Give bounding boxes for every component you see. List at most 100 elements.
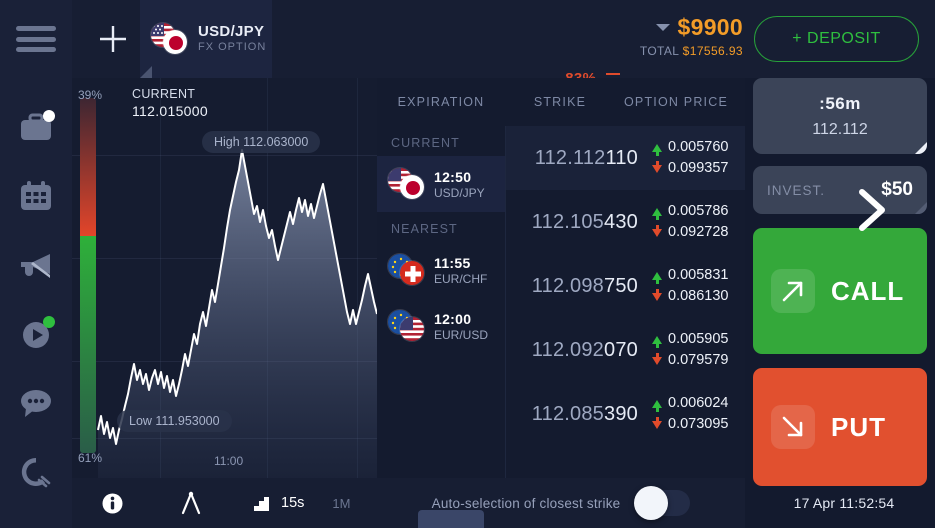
call-price: 0.005760: [668, 139, 729, 155]
balance-total-label: TOTAL: [639, 44, 679, 58]
expiration-group-label-current: CURRENT: [391, 136, 460, 150]
high-price-pill: High 112.063000: [202, 131, 321, 153]
flag-jp-icon: [399, 174, 425, 200]
flag-jp-icon: [162, 29, 188, 55]
chevron-down-icon[interactable]: [655, 24, 670, 31]
strike-panel-body: CURRENT 12:50 USD/JPY NEAREST 11:55 EUR/…: [377, 126, 745, 528]
expiration-row-usdjpy[interactable]: 12:50 USD/JPY: [377, 156, 505, 212]
strike-row[interactable]: 112.098750 0.005831 0.086130: [506, 254, 745, 318]
expiry-timer-selector[interactable]: :56m 112.112: [753, 78, 927, 154]
chat-bubble-icon: [21, 389, 51, 417]
sentiment-up-percent: 39%: [78, 88, 103, 102]
header-strike: STRIKE: [533, 95, 587, 109]
arrow-down-right-icon: [771, 405, 815, 449]
investment-field[interactable]: INVEST. $50: [753, 166, 927, 214]
compass-icon: [181, 491, 201, 515]
sidebar-item-chat[interactable]: [14, 383, 58, 423]
strike-value: 112.085390: [531, 402, 638, 425]
chart-period-1m[interactable]: 1M: [332, 496, 350, 511]
deposit-button[interactable]: + DEPOSIT: [754, 16, 919, 62]
sentiment-bar-up: [80, 98, 96, 237]
arrow-up-icon: [652, 207, 662, 220]
hamburger-menu-icon[interactable]: [16, 26, 56, 52]
call-button[interactable]: CALL: [753, 189, 927, 354]
add-asset-button[interactable]: [88, 14, 138, 64]
balance-selector[interactable]: $9900 TOTAL $17556.93: [640, 14, 743, 58]
trade-panel: :56m 112.112 INVEST. $50 CALL PUT: [753, 78, 935, 528]
expiration-time: 12:00: [434, 310, 472, 327]
sidebar-icon-list: [0, 78, 72, 528]
strike-value: 112.112110: [534, 146, 638, 169]
strike-row[interactable]: 112.112110 0.005760 0.099357: [506, 126, 745, 190]
plus-icon: [100, 26, 126, 52]
auto-selection-toggle[interactable]: [634, 486, 691, 520]
put-button-label: PUT: [831, 411, 886, 442]
put-price: 0.099357: [668, 160, 729, 176]
asset-tab-title: USD/JPY: [198, 23, 265, 40]
chart-info-button[interactable]: [102, 493, 123, 514]
strike-panel-header: EXPIRATION STRIKE OPTION PRICE: [377, 78, 745, 126]
current-price-label: CURRENT 112.015000: [132, 86, 208, 120]
trading-app: USD/JPY FX OPTION $9900 TOTAL $17556.93 …: [0, 0, 935, 528]
strike-panel: EXPIRATION STRIKE OPTION PRICE CURRENT 1…: [377, 78, 745, 528]
sentiment-bar-down: [80, 236, 96, 453]
header-expiration: EXPIRATION: [397, 95, 485, 109]
chart-toolbar: 15s 1M: [72, 478, 377, 528]
info-icon: [102, 493, 123, 513]
chart-timeframe-label: 15s: [281, 495, 305, 511]
expiration-row-eurusd[interactable]: 12:00 EUR/USD: [377, 298, 505, 354]
strike-row[interactable]: 112.092070 0.005905 0.079579: [506, 318, 745, 382]
expiry-timer-price: 112.112: [812, 120, 868, 138]
expiration-row-eurchf[interactable]: 11:55 EUR/CHF: [377, 242, 505, 298]
expiration-column: CURRENT 12:50 USD/JPY NEAREST 11:55 EUR/…: [377, 126, 505, 528]
strike-value: 112.092070: [531, 338, 638, 361]
asset-tab-usdjpy[interactable]: USD/JPY FX OPTION: [140, 0, 272, 78]
flag-pair-us-jp: [150, 22, 190, 56]
chart-x-tick: 11:00: [214, 454, 244, 468]
calendar-icon: [21, 181, 51, 211]
server-clock: 17 Apr 11:52:54: [793, 495, 895, 511]
header-option-price: OPTION PRICE: [624, 95, 728, 109]
balance-amount: $9900: [677, 14, 743, 40]
bottom-partial-element: [418, 510, 484, 528]
arrow-down-icon: [652, 352, 662, 365]
arrow-down-icon: [652, 160, 662, 173]
flag-pair-us-jp: [387, 167, 427, 201]
sidebar-menu-button[interactable]: [0, 0, 72, 78]
resize-corner-icon: [915, 202, 927, 214]
flag-us-icon: [399, 316, 425, 342]
sidebar-item-calendar[interactable]: [14, 177, 58, 217]
chart-draw-button[interactable]: [179, 491, 203, 515]
balance-total: TOTAL $17556.93: [640, 44, 743, 58]
auto-selection-label: Auto-selection of closest strike: [431, 495, 621, 511]
call-price: 0.005905: [668, 331, 729, 347]
sidebar-item-video[interactable]: [14, 314, 58, 354]
chart-canvas: 39% 61% CURRENT 112.015000 High 112.0630…: [72, 78, 377, 478]
expiration-time: 11:55: [434, 254, 471, 271]
sidebar-item-portfolio[interactable]: [14, 108, 58, 148]
option-price-block: 0.005760 0.099357: [638, 137, 735, 179]
put-button[interactable]: PUT: [753, 368, 927, 486]
support-icon: [21, 457, 51, 487]
chart-timeframe-button[interactable]: 15s: [253, 494, 304, 512]
arrow-up-icon: [652, 271, 662, 284]
current-label-text: CURRENT: [132, 87, 196, 101]
arrow-up-right-icon: [771, 269, 815, 313]
low-price-pill: Low 111.953000: [117, 410, 232, 432]
option-price-block: 0.005786 0.092728: [638, 201, 735, 243]
price-chart[interactable]: 39% 61% CURRENT 112.015000 High 112.0630…: [72, 78, 377, 478]
arrow-down-icon: [652, 224, 662, 237]
investment-label: INVEST.: [767, 182, 826, 198]
strike-row[interactable]: 112.105430 0.005786 0.092728: [506, 190, 745, 254]
expiration-pair: EUR/CHF: [434, 271, 488, 286]
expiration-pair: EUR/USD: [434, 327, 489, 342]
sidebar-item-support[interactable]: [14, 452, 58, 492]
sidebar-item-news[interactable]: [14, 246, 58, 286]
strike-row[interactable]: 112.085390 0.006024 0.073095: [506, 382, 745, 446]
call-price: 0.006024: [668, 395, 729, 411]
option-price-block: 0.005905 0.079579: [638, 329, 735, 371]
flag-pair-eu-ch: [387, 253, 427, 287]
toggle-knob: [634, 486, 669, 520]
call-price: 0.005786: [668, 203, 729, 219]
strike-value: 112.105430: [531, 210, 638, 233]
